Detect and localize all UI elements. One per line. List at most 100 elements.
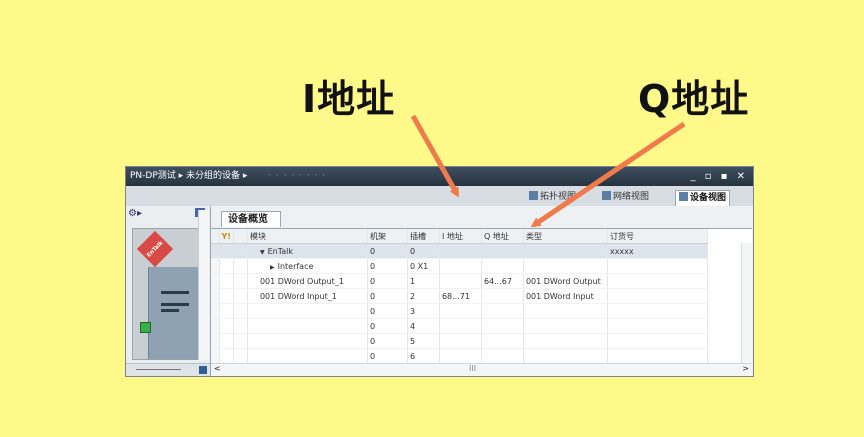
- q-address-cell[interactable]: [481, 318, 524, 334]
- port-icon[interactable]: [140, 322, 151, 333]
- type-cell[interactable]: [523, 333, 608, 349]
- expand-icon[interactable]: ▶: [270, 264, 275, 271]
- slot-cell[interactable]: 2: [407, 288, 440, 304]
- q-address-cell[interactable]: [481, 258, 524, 274]
- type-cell[interactable]: [523, 318, 608, 334]
- zoom-slider[interactable]: [136, 369, 181, 370]
- rack-cell[interactable]: 0: [367, 348, 408, 364]
- module-cell[interactable]: [247, 318, 368, 334]
- table-row[interactable]: 001 DWord Input_1 0 2 68...71 001 DWord Inpu…: [211, 288, 708, 304]
- rack-cell[interactable]: 0: [367, 288, 408, 304]
- col-header-i-address[interactable]: I 地址: [439, 229, 482, 244]
- slot-cell[interactable]: 0 X1: [407, 258, 440, 274]
- module-cell[interactable]: ▶ Interface: [247, 258, 368, 274]
- table-row[interactable]: 04: [211, 318, 708, 334]
- i-address-cell[interactable]: [439, 318, 482, 334]
- order-number-cell[interactable]: [607, 333, 708, 349]
- i-address-cell[interactable]: [439, 273, 482, 289]
- q-address-cell[interactable]: [481, 303, 524, 319]
- col-header-rack[interactable]: 机架: [367, 229, 408, 244]
- i-address-cell[interactable]: [439, 258, 482, 274]
- table-row[interactable]: 03: [211, 303, 708, 319]
- row-status: [219, 273, 234, 289]
- q-address-cell[interactable]: [481, 288, 524, 304]
- type-cell[interactable]: 001 DWord Input: [523, 288, 608, 304]
- table-horizontal-scrollbar[interactable]: < III >: [211, 363, 752, 376]
- i-address-cell[interactable]: [439, 243, 482, 259]
- i-address-cell[interactable]: [439, 303, 482, 319]
- module-cell[interactable]: [247, 348, 368, 364]
- window-controls[interactable]: _ ▫ ▪ ✕: [691, 167, 748, 186]
- slot-cell[interactable]: 3: [407, 303, 440, 319]
- overview-icon[interactable]: [199, 366, 207, 374]
- slot-cell[interactable]: 1: [407, 273, 440, 289]
- i-address-cell[interactable]: [439, 348, 482, 364]
- table-row[interactable]: ▶ Interface 0 0 X1: [211, 258, 708, 274]
- q-address-cell[interactable]: [481, 243, 524, 259]
- order-number-cell[interactable]: [607, 288, 708, 304]
- row-gutter: [211, 348, 220, 364]
- type-cell[interactable]: [523, 243, 608, 259]
- rack-cell[interactable]: 0: [367, 303, 408, 319]
- order-number-cell[interactable]: [607, 303, 708, 319]
- rack-cell[interactable]: 0: [367, 333, 408, 349]
- col-header-type[interactable]: 类型: [523, 229, 608, 244]
- tab-topology-view[interactable]: 拓扑视图: [526, 190, 579, 205]
- module-cell[interactable]: ▼ EnTalk: [247, 243, 368, 259]
- order-number-cell[interactable]: [607, 318, 708, 334]
- module-name: 001 DWord Input_1: [259, 291, 337, 301]
- row-status: [219, 348, 234, 364]
- slot-cell[interactable]: 5: [407, 333, 440, 349]
- type-cell[interactable]: [523, 258, 608, 274]
- device-image[interactable]: EnTalk: [132, 228, 204, 360]
- device-tool-icon[interactable]: ⚙▸: [128, 208, 142, 219]
- tab-label: 设备视图: [690, 193, 727, 203]
- scroll-right-icon[interactable]: >: [742, 364, 749, 373]
- q-address-cell[interactable]: 64...67: [481, 273, 524, 289]
- rack-cell[interactable]: 0: [367, 243, 408, 259]
- table-row[interactable]: 001 DWord Output_1 0 1 64...67 001 DWord Out…: [211, 273, 708, 289]
- type-cell[interactable]: [523, 303, 608, 319]
- order-number-cell[interactable]: [607, 273, 708, 289]
- col-header-order-number[interactable]: 订货号: [607, 229, 708, 244]
- tab-device-overview[interactable]: 设备概览: [221, 211, 281, 227]
- row-marker: [233, 288, 248, 304]
- table-row[interactable]: ▼ EnTalk 0 0 xxxxx: [211, 243, 708, 259]
- scroll-left-icon[interactable]: <: [214, 364, 221, 373]
- type-cell[interactable]: 001 DWord Output: [523, 273, 608, 289]
- rack-cell[interactable]: 0: [367, 258, 408, 274]
- row-status: [219, 333, 234, 349]
- left-vertical-scrollbar[interactable]: [198, 210, 209, 360]
- table-vertical-scrollbar[interactable]: [741, 243, 752, 363]
- module-cell[interactable]: 001 DWord Input_1: [247, 288, 368, 304]
- row-status: [219, 243, 234, 259]
- i-address-cell[interactable]: 68...71: [439, 288, 482, 304]
- row-marker: [233, 243, 248, 259]
- table-row[interactable]: 06: [211, 348, 708, 364]
- rack-cell[interactable]: 0: [367, 318, 408, 334]
- order-number-cell[interactable]: [607, 348, 708, 364]
- q-address-cell[interactable]: [481, 348, 524, 364]
- slot-cell[interactable]: 4: [407, 318, 440, 334]
- q-address-cell[interactable]: [481, 333, 524, 349]
- title-bar[interactable]: PN-DP测试 ▸ 未分组的设备 ▸ · · · · · · · · _ ▫ ▪…: [126, 167, 753, 186]
- module-cell[interactable]: 001 DWord Output_1: [247, 273, 368, 289]
- tab-network-view[interactable]: 网络视图: [599, 190, 652, 205]
- order-number-cell[interactable]: xxxxx: [607, 243, 708, 259]
- col-header-filter[interactable]: Y!: [219, 229, 234, 244]
- col-header-q-address[interactable]: Q 地址: [481, 229, 524, 244]
- i-address-cell[interactable]: [439, 333, 482, 349]
- collapse-icon[interactable]: ▼: [260, 249, 265, 256]
- rack-cell[interactable]: 0: [367, 273, 408, 289]
- order-number-cell[interactable]: [607, 258, 708, 274]
- table-row[interactable]: 05: [211, 333, 708, 349]
- tab-device-view[interactable]: 设备视图: [675, 190, 731, 206]
- device-module[interactable]: [140, 267, 202, 359]
- module-cell[interactable]: [247, 303, 368, 319]
- slot-cell[interactable]: 6: [407, 348, 440, 364]
- module-cell[interactable]: [247, 333, 368, 349]
- col-header-module[interactable]: 模块: [247, 229, 368, 244]
- type-cell[interactable]: [523, 348, 608, 364]
- col-header-slot[interactable]: 插槽: [407, 229, 440, 244]
- slot-cell[interactable]: 0: [407, 243, 440, 259]
